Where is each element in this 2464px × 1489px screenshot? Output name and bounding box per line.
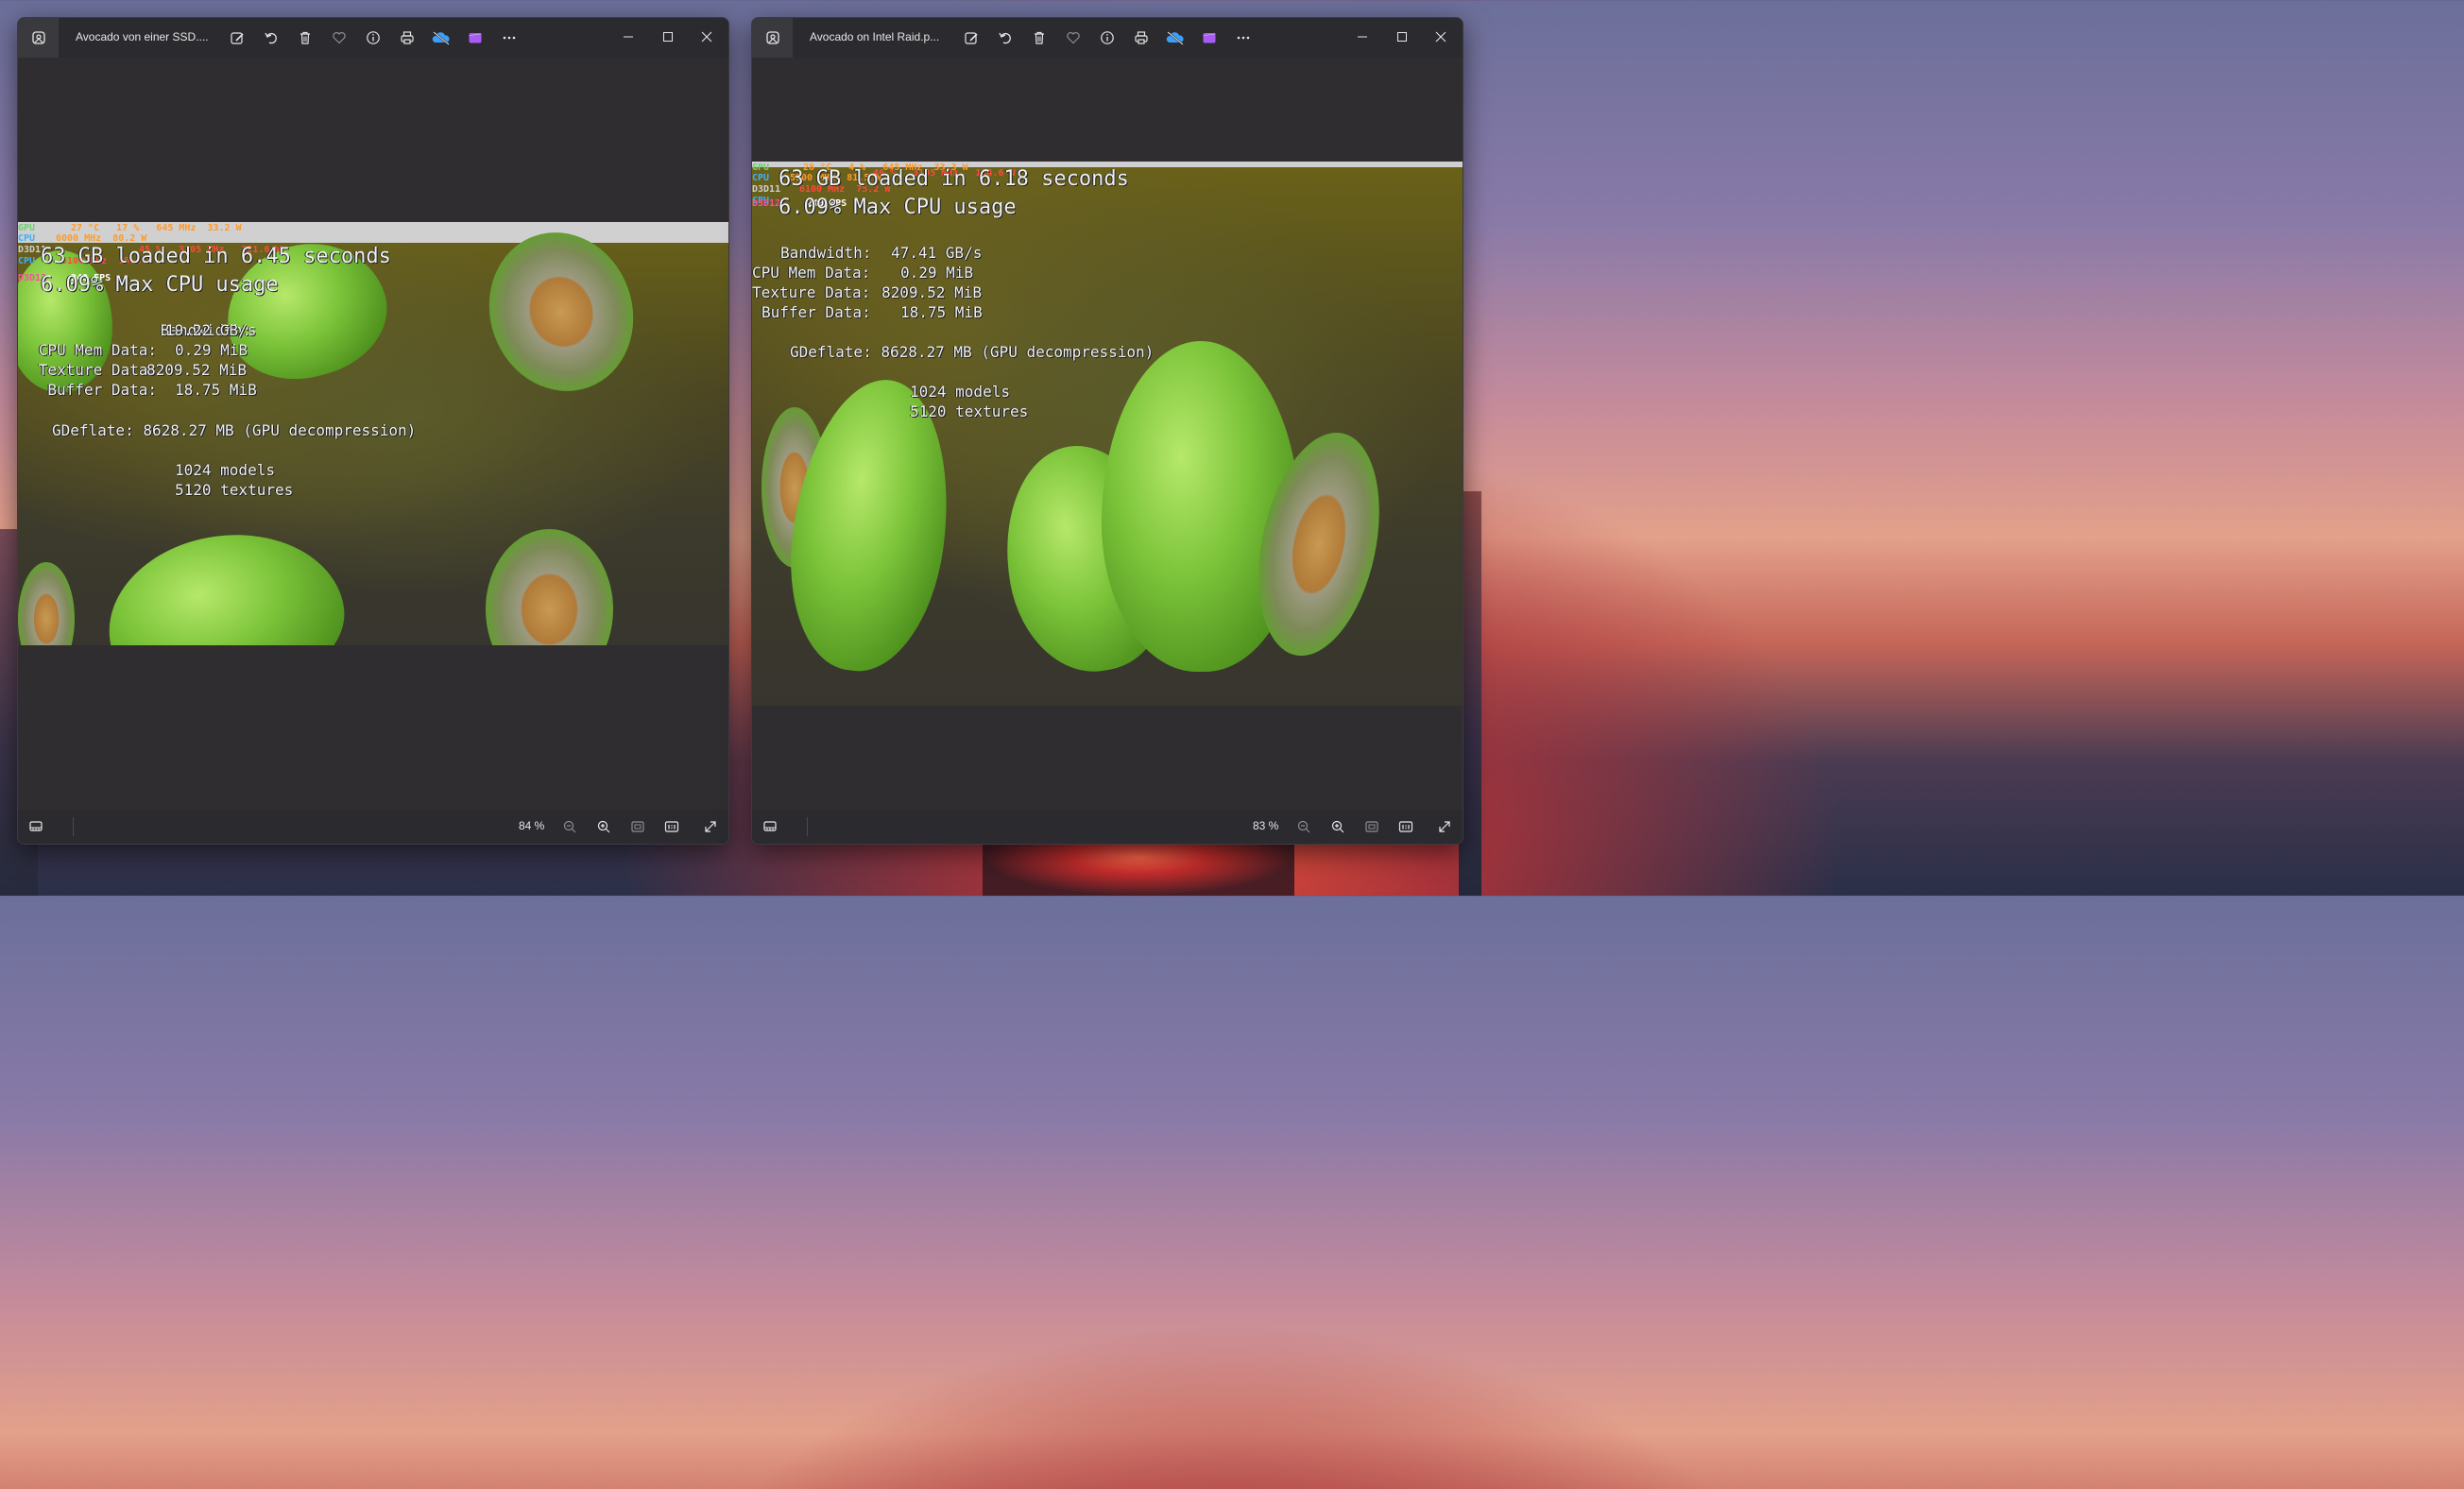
close-icon[interactable] <box>1422 24 1460 50</box>
buffer-value: 18.75 MiB <box>175 381 257 399</box>
photos-window-raid[interactable]: Avocado on Intel Raid.p... GPU 28 °C 4 %… <box>751 17 1463 845</box>
divider <box>73 817 74 836</box>
filmstrip-icon[interactable] <box>26 817 45 836</box>
fit-to-window-icon[interactable] <box>628 817 647 836</box>
status-bar: 84 % <box>18 810 728 844</box>
edit-image-icon[interactable] <box>962 28 981 47</box>
zoom-level: 83 % <box>1253 819 1279 832</box>
cpu-mem-value: 0.29 MiB <box>175 341 248 359</box>
overlay-cpu-usage: 6.09% Max CPU usage <box>41 273 279 297</box>
zoom-in-icon[interactable] <box>1328 817 1347 836</box>
onedrive-icon[interactable] <box>432 28 451 47</box>
overlay-loaded: 63 GB loaded in 6.18 seconds <box>779 167 1129 191</box>
models-count: 1024 models <box>175 461 275 479</box>
osd-cpu-values: 6000 MHz 80.2 W <box>56 233 147 244</box>
clipchamp-icon[interactable] <box>1200 28 1219 47</box>
actual-size-icon[interactable] <box>662 817 681 836</box>
buffer-label: Buffer Data: <box>47 381 157 399</box>
status-bar: 83 % <box>752 810 1463 844</box>
buffer-label: Buffer Data: <box>761 303 871 321</box>
maximize-icon[interactable] <box>1383 24 1421 50</box>
image-viewport[interactable]: GPU 28 °C 4 % 645 MHz 33.3 W CPU 5900 MH… <box>752 58 1463 810</box>
osd-gpu-label: GPU <box>752 163 770 173</box>
models-count: 1024 models <box>910 383 1010 401</box>
actual-size-icon[interactable] <box>1396 817 1415 836</box>
texture-label: Texture Data: <box>752 283 871 301</box>
overlay-cpu-usage: 6.09% Max CPU usage <box>779 196 1017 219</box>
avocado-half-shape <box>467 222 656 412</box>
info-icon[interactable] <box>1098 28 1117 47</box>
minimize-icon[interactable] <box>1343 24 1381 50</box>
buffer-value: 18.75 MiB <box>900 303 983 321</box>
gdeflate-line: GDeflate: 8628.27 MB (GPU decompression) <box>52 421 417 439</box>
texture-label: Texture Data: <box>38 361 157 379</box>
osd-d3d12-label: D3D12 <box>752 198 781 209</box>
print-icon[interactable] <box>1132 28 1151 47</box>
filmstrip-icon[interactable] <box>761 817 779 836</box>
zoom-in-icon[interactable] <box>594 817 613 836</box>
zoom-out-icon[interactable] <box>560 817 579 836</box>
avocado-shape <box>97 520 354 645</box>
zoom-out-icon[interactable] <box>1294 817 1313 836</box>
bandwidth-value: 47.41 GB/s <box>891 244 983 262</box>
divider <box>807 817 808 836</box>
osd-d3d11-label: D3D11 <box>752 184 781 195</box>
texture-value: 8209.52 MiB <box>881 283 982 301</box>
osd-gpu-label: GPU <box>18 223 36 233</box>
bandwidth-value: 19.22 GB/s <box>165 321 257 339</box>
osd-cpu-label: CPU <box>18 233 36 244</box>
image-viewport[interactable]: GPU 27 °C 17 % 645 MHz 33.2 W CPU 6000 M… <box>18 58 728 810</box>
window-title: Avocado von einer SSD.... <box>76 30 209 43</box>
more-icon[interactable] <box>1234 28 1253 47</box>
fullscreen-icon[interactable] <box>701 817 720 836</box>
zoom-level: 84 % <box>519 819 545 832</box>
delete-icon[interactable] <box>1030 28 1049 47</box>
window-title: Avocado on Intel Raid.p... <box>810 30 940 43</box>
photo-image: GPU 28 °C 4 % 645 MHz 33.3 W CPU 5900 MH… <box>752 162 1463 706</box>
delete-icon[interactable] <box>296 28 315 47</box>
fit-to-window-icon[interactable] <box>1362 817 1381 836</box>
cpu-mem-label: CPU Mem Data: <box>38 341 157 359</box>
osd-cpu-label: CPU <box>752 173 770 183</box>
print-icon[interactable] <box>398 28 417 47</box>
fullscreen-icon[interactable] <box>1435 817 1454 836</box>
minimize-icon[interactable] <box>609 24 647 50</box>
overlay-loaded: 63 GB loaded in 6.45 seconds <box>41 245 391 268</box>
gdeflate-line: GDeflate: 8628.27 MB (GPU decompression) <box>790 343 1155 361</box>
cpu-mem-value: 0.29 MiB <box>900 264 974 282</box>
onedrive-icon[interactable] <box>1166 28 1185 47</box>
rotate-icon[interactable] <box>996 28 1015 47</box>
desktop-wallpaper-lava <box>983 841 1294 896</box>
avocado-half-shape <box>18 562 75 645</box>
clipchamp-icon[interactable] <box>466 28 485 47</box>
textures-count: 5120 textures <box>175 481 294 499</box>
texture-value: 8209.52 MiB <box>146 361 247 379</box>
avocado-half-shape <box>486 529 613 645</box>
osd-cpu2-label: CPU <box>18 256 36 266</box>
photos-app-icon[interactable] <box>18 18 59 58</box>
more-icon[interactable] <box>500 28 519 47</box>
maximize-icon[interactable] <box>649 24 687 50</box>
favorite-icon[interactable] <box>1064 28 1083 47</box>
photos-window-ssd[interactable]: Avocado von einer SSD.... GPU 27 °C 17 %… <box>17 17 729 845</box>
photos-app-icon[interactable] <box>752 18 793 58</box>
osd-gpu-values: 27 °C 17 % 645 MHz 33.2 W <box>71 223 242 233</box>
photo-image: GPU 27 °C 17 % 645 MHz 33.2 W CPU 6000 M… <box>18 222 728 645</box>
favorite-icon[interactable] <box>330 28 349 47</box>
title-bar[interactable]: Avocado on Intel Raid.p... <box>752 18 1463 58</box>
rotate-icon[interactable] <box>262 28 281 47</box>
close-icon[interactable] <box>688 24 726 50</box>
bandwidth-label: Bandwidth: <box>780 244 872 262</box>
info-icon[interactable] <box>364 28 383 47</box>
edit-image-icon[interactable] <box>228 28 247 47</box>
textures-count: 5120 textures <box>910 402 1029 420</box>
cpu-mem-label: CPU Mem Data: <box>752 264 871 282</box>
title-bar[interactable]: Avocado von einer SSD.... <box>18 18 728 58</box>
